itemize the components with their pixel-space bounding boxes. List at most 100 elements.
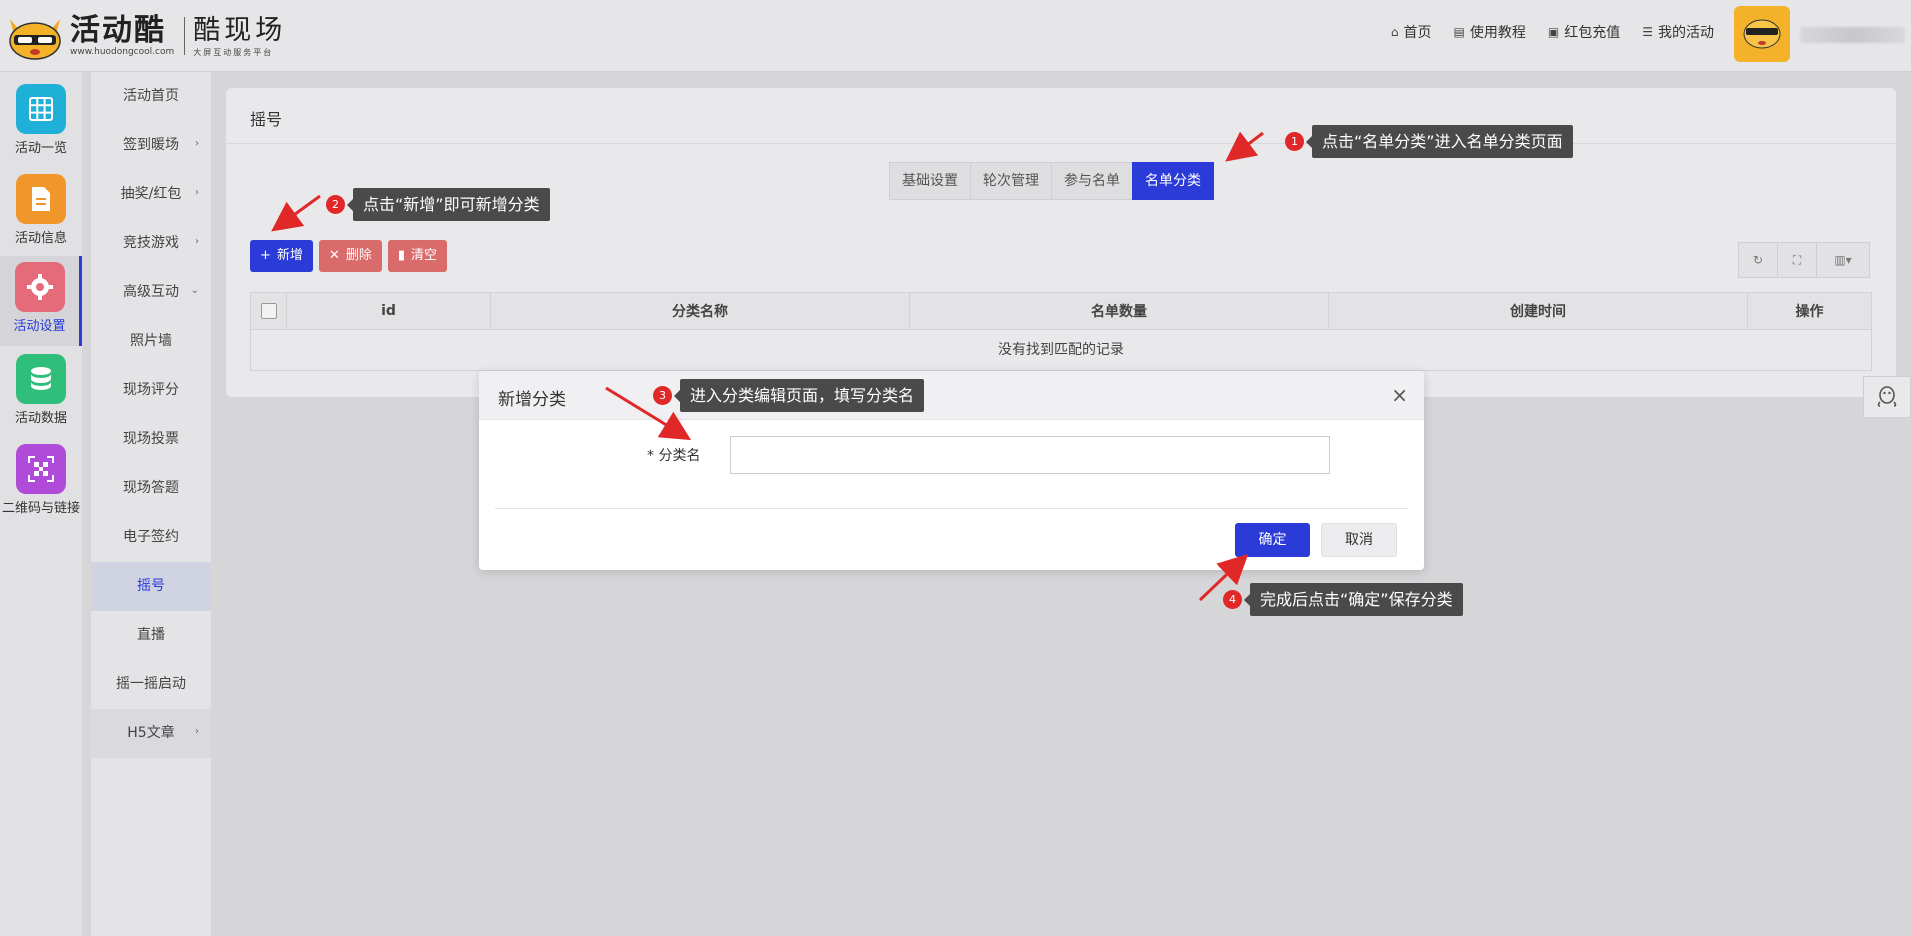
columns-toggle-button[interactable]: ▥▾ (1816, 242, 1870, 278)
sidebar1-label: 二维码与链接 (1, 501, 80, 516)
fullscreen-button[interactable]: ⛶ (1777, 242, 1817, 278)
annotation-text: 进入分类编辑页面，填写分类名 (673, 379, 925, 412)
category-name-input[interactable] (730, 436, 1330, 474)
sidebar2-label: 高级互动 (123, 284, 179, 300)
close-icon[interactable]: × (1391, 383, 1408, 407)
nav-my-activities[interactable]: ☰ 我的活动 (1642, 22, 1714, 42)
sidebar2-item[interactable]: 直播 (91, 611, 211, 660)
nav-home[interactable]: ⌂ 首页 (1391, 22, 1432, 42)
sidebar2-item[interactable]: 电子签约 (91, 513, 211, 562)
penguin-icon (1877, 386, 1897, 407)
sidebar2-label: 电子签约 (123, 529, 179, 545)
annotation-2: 2 点击“新增”即可新增分类 (326, 188, 550, 221)
tab-list-category[interactable]: 名单分类 (1132, 162, 1214, 200)
cancel-button[interactable]: 取消 (1321, 523, 1397, 557)
logo[interactable]: 活动酷 www.huodongcool.com 酷现场 大屏互动服务平台 (6, 8, 286, 64)
annotation-text: 点击“新增”即可新增分类 (347, 188, 550, 221)
brand2-name: 酷现场 (193, 14, 287, 46)
brand-url: www.huodongcool.com (70, 47, 175, 57)
sidebar2-item-active[interactable]: 摇号 (91, 562, 211, 611)
trash-icon: ▮ (397, 248, 405, 263)
sidebar2-label: 现场投票 (123, 431, 179, 447)
sidebar2-label: 直播 (137, 627, 165, 643)
sidebar2-label: 摇一摇启动 (116, 676, 186, 692)
clear-button[interactable]: ▮ 清空 (387, 240, 448, 272)
table-toolbar: + 新增 ✕ 删除 ▮ 清空 (250, 240, 448, 272)
annotation-text: 完成后点击“确定”保存分类 (1244, 583, 1463, 616)
user-name-blurred[interactable] (1800, 27, 1905, 43)
sidebar1-label: 活动设置 (13, 319, 66, 334)
sidebar2-item[interactable]: 签到暖场 › (91, 121, 211, 170)
column-header-category-name[interactable]: 分类名称 (491, 293, 910, 329)
sidebar1-label: 活动一览 (14, 141, 67, 156)
brand2-subtitle: 大屏互动服务平台 (193, 47, 274, 57)
sidebar1-item-data[interactable]: 活动数据 (0, 348, 82, 434)
empty-state-text: 没有找到匹配的记录 (251, 330, 1871, 370)
close-icon: ✕ (328, 248, 340, 263)
top-nav: ⌂ 首页 ▤ 使用教程 ▣ 红包充值 ☰ 我的活动 (1391, 22, 1714, 42)
annotation-4: 4 完成后点击“确定”保存分类 (1223, 583, 1463, 616)
logo-divider (184, 17, 186, 55)
column-header-list-count[interactable]: 名单数量 (910, 293, 1329, 329)
book-icon: ▤ (1453, 25, 1465, 39)
sidebar2-item[interactable]: 竞技游戏 › (91, 219, 211, 268)
add-button[interactable]: + 新增 (250, 240, 313, 272)
sidebar2-label: 现场答题 (123, 480, 179, 496)
panel-divider (226, 143, 1896, 144)
sidebar2-label: H5文章 (127, 725, 175, 741)
chevron-right-icon: › (195, 236, 199, 247)
sidebar2-item[interactable]: 活动首页 (91, 72, 211, 121)
sidebar2-item[interactable]: 抽奖/红包 › (91, 170, 211, 219)
required-mark: * (647, 448, 654, 464)
sidebar2-item[interactable]: 现场评分 (91, 366, 211, 415)
avatar[interactable] (1734, 6, 1790, 62)
primary-sidebar: 活动一览 活动信息 活动设置 活动数据 二维码与链接 (0, 72, 82, 936)
database-icon (16, 354, 66, 404)
sidebar1-item-info[interactable]: 活动信息 (0, 168, 82, 254)
sidebar1-label: 活动数据 (14, 411, 67, 426)
list-icon: ☰ (1642, 25, 1653, 39)
sidebar1-item-overview[interactable]: 活动一览 (0, 78, 82, 164)
delete-button[interactable]: ✕ 删除 (318, 240, 382, 272)
sidebar1-item-settings[interactable]: 活动设置 (0, 256, 82, 346)
brand-name: 活动酷 (70, 13, 166, 48)
sidebar2-item[interactable]: H5文章 › (91, 709, 211, 758)
sidebar2-item[interactable]: 现场答题 (91, 464, 211, 513)
dialog-title: 新增分类 (498, 390, 566, 410)
dialog-header: 新增分类 × (479, 371, 1424, 420)
annotation-3: 3 进入分类编辑页面，填写分类名 (653, 379, 925, 412)
tab-round-management[interactable]: 轮次管理 (970, 162, 1052, 200)
sidebar2-item[interactable]: 现场投票 (91, 415, 211, 464)
page-title: 摇号 (250, 110, 283, 129)
nav-recharge[interactable]: ▣ 红包充值 (1548, 22, 1620, 42)
column-header-id[interactable]: id (287, 293, 491, 329)
sidebar2-label: 签到暖场 (123, 137, 179, 153)
annotation-badge: 4 (1223, 590, 1242, 609)
tab-basic-settings[interactable]: 基础设置 (889, 162, 971, 200)
nav-tutorial[interactable]: ▤ 使用教程 (1454, 22, 1526, 42)
tab-bar: 基础设置 轮次管理 参与名单 名单分类 (889, 162, 1214, 200)
customer-service-button[interactable] (1863, 376, 1911, 418)
sidebar2-item[interactable]: 摇一摇启动 (91, 660, 211, 709)
grid-icon (16, 84, 66, 134)
nav-recharge-label: 红包充值 (1564, 25, 1621, 41)
refresh-button[interactable]: ↻ (1738, 242, 1778, 278)
refresh-icon: ↻ (1752, 253, 1764, 267)
secondary-sidebar: 活动首页 签到暖场 › 抽奖/红包 › 竞技游戏 › 高级互动 ⌄ 照片墙 现场评分 现… (91, 72, 211, 936)
chevron-right-icon: › (195, 726, 199, 737)
column-header-created-time[interactable]: 创建时间 (1329, 293, 1748, 329)
sidebar2-label: 摇号 (137, 578, 165, 594)
confirm-button[interactable]: 确定 (1235, 523, 1310, 557)
tab-participant-list[interactable]: 参与名单 (1051, 162, 1133, 200)
annotation-text: 点击“名单分类”进入名单分类页面 (1306, 125, 1573, 158)
sidebar1-label: 活动信息 (14, 231, 67, 246)
home-icon: ⌂ (1390, 25, 1399, 39)
add-category-dialog: 新增分类 × * 分类名 确定 取消 (479, 371, 1424, 570)
select-all-checkbox[interactable] (260, 303, 277, 319)
sidebar1-item-qrcode[interactable]: 二维码与链接 (0, 438, 82, 524)
sidebar2-label: 竞技游戏 (123, 235, 179, 251)
sidebar2-item[interactable]: 照片墙 (91, 317, 211, 366)
annotation-badge: 2 (326, 195, 345, 214)
cat-logo-icon (9, 19, 61, 60)
sidebar2-item[interactable]: 高级互动 ⌄ (91, 268, 211, 317)
